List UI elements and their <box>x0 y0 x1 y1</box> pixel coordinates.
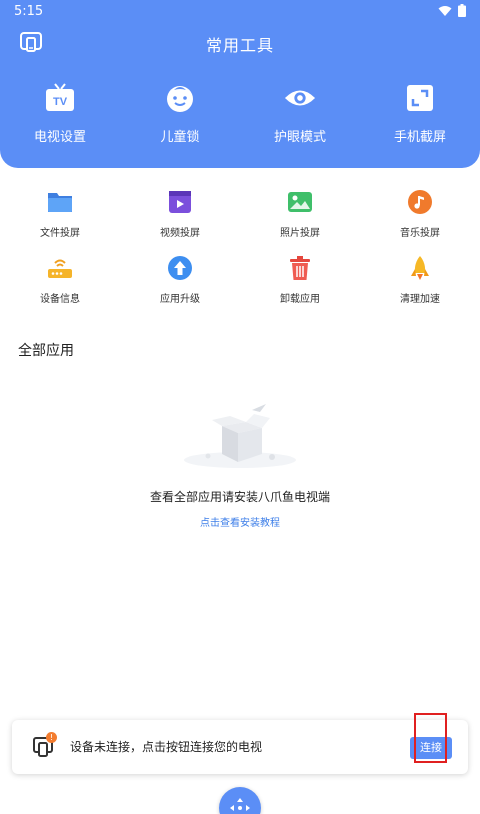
tools-grid: 文件投屏 视频投屏 照片投屏 音乐投屏 设备信息 应用升级 卸载应用 清理加速 <box>0 188 480 320</box>
screenshot-icon <box>404 82 436 114</box>
grid-row: 文件投屏 视频投屏 照片投屏 音乐投屏 <box>0 188 480 254</box>
grid-item-label: 音乐投屏 <box>400 228 440 239</box>
connection-bar: ! 设备未连接，点击按钮连接您的电视 连接 <box>12 720 468 774</box>
status-time: 5:15 <box>14 4 44 19</box>
rocket-icon <box>406 254 434 282</box>
empty-state-text: 查看全部应用请安装八爪鱼电视端 <box>149 490 330 504</box>
photo-icon <box>286 188 314 216</box>
connection-status-text: 设备未连接，点击按钮连接您的电视 <box>70 740 263 754</box>
empty-box-illustration <box>184 404 296 468</box>
tv-icon: TV <box>44 82 76 114</box>
grid-item-file-cast[interactable]: 文件投屏 <box>0 188 120 254</box>
grid-item-label: 设备信息 <box>40 294 80 305</box>
status-icons <box>438 4 466 17</box>
all-apps-title: 全部应用 <box>18 343 74 359</box>
grid-item-video-cast[interactable]: 视频投屏 <box>120 188 240 254</box>
grid-item-label: 视频投屏 <box>160 228 200 239</box>
status-bar: 5:15 <box>0 0 480 24</box>
grid-item-uninstall-app[interactable]: 卸载应用 <box>240 254 360 320</box>
grid-item-label: 卸载应用 <box>280 294 320 305</box>
header: 5:15 常用工具 TV 电视设置 儿童锁 护眼模式 手机截屏 <box>0 0 480 168</box>
install-tutorial-link[interactable]: 点击查看安装教程 <box>0 514 480 529</box>
page-title: 常用工具 <box>205 36 274 55</box>
wifi-icon <box>438 5 452 16</box>
router-icon <box>46 254 74 282</box>
tool-label: 手机截屏 <box>393 130 446 145</box>
battery-icon <box>458 4 466 17</box>
grid-item-device-info[interactable]: 设备信息 <box>0 254 120 320</box>
grid-item-label: 清理加速 <box>400 294 440 305</box>
grid-item-label: 照片投屏 <box>280 228 320 239</box>
grid-item-music-cast[interactable]: 音乐投屏 <box>360 188 480 254</box>
tool-child-lock[interactable]: 儿童锁 <box>120 82 240 145</box>
tool-tv-settings[interactable]: TV 电视设置 <box>0 82 120 145</box>
grid-item-label: 文件投屏 <box>40 228 80 239</box>
grid-item-app-upgrade[interactable]: 应用升级 <box>120 254 240 320</box>
grid-item-clean-boost[interactable]: 清理加速 <box>360 254 480 320</box>
svg-text:TV: TV <box>53 96 68 108</box>
remote-control-button[interactable] <box>219 787 261 814</box>
upgrade-icon <box>166 254 194 282</box>
tool-label: 儿童锁 <box>160 130 200 145</box>
tool-label: 护眼模式 <box>273 130 326 145</box>
music-icon <box>406 188 434 216</box>
video-icon <box>166 188 194 216</box>
trash-icon <box>286 254 314 282</box>
grid-row: 设备信息 应用升级 卸载应用 清理加速 <box>0 254 480 320</box>
child-face-icon <box>164 82 196 114</box>
tool-eye-protection[interactable]: 护眼模式 <box>240 82 360 145</box>
grid-item-photo-cast[interactable]: 照片投屏 <box>240 188 360 254</box>
tool-phone-screenshot[interactable]: 手机截屏 <box>360 82 480 145</box>
warning-badge: ! <box>46 732 57 743</box>
top-tools: TV 电视设置 儿童锁 护眼模式 手机截屏 <box>0 82 480 145</box>
folder-icon <box>46 188 74 216</box>
eye-icon <box>284 82 316 114</box>
tool-label: 电视设置 <box>33 130 86 145</box>
highlight-annotation <box>414 713 447 763</box>
grid-item-label: 应用升级 <box>160 294 200 305</box>
direction-arrows-icon <box>230 798 250 811</box>
